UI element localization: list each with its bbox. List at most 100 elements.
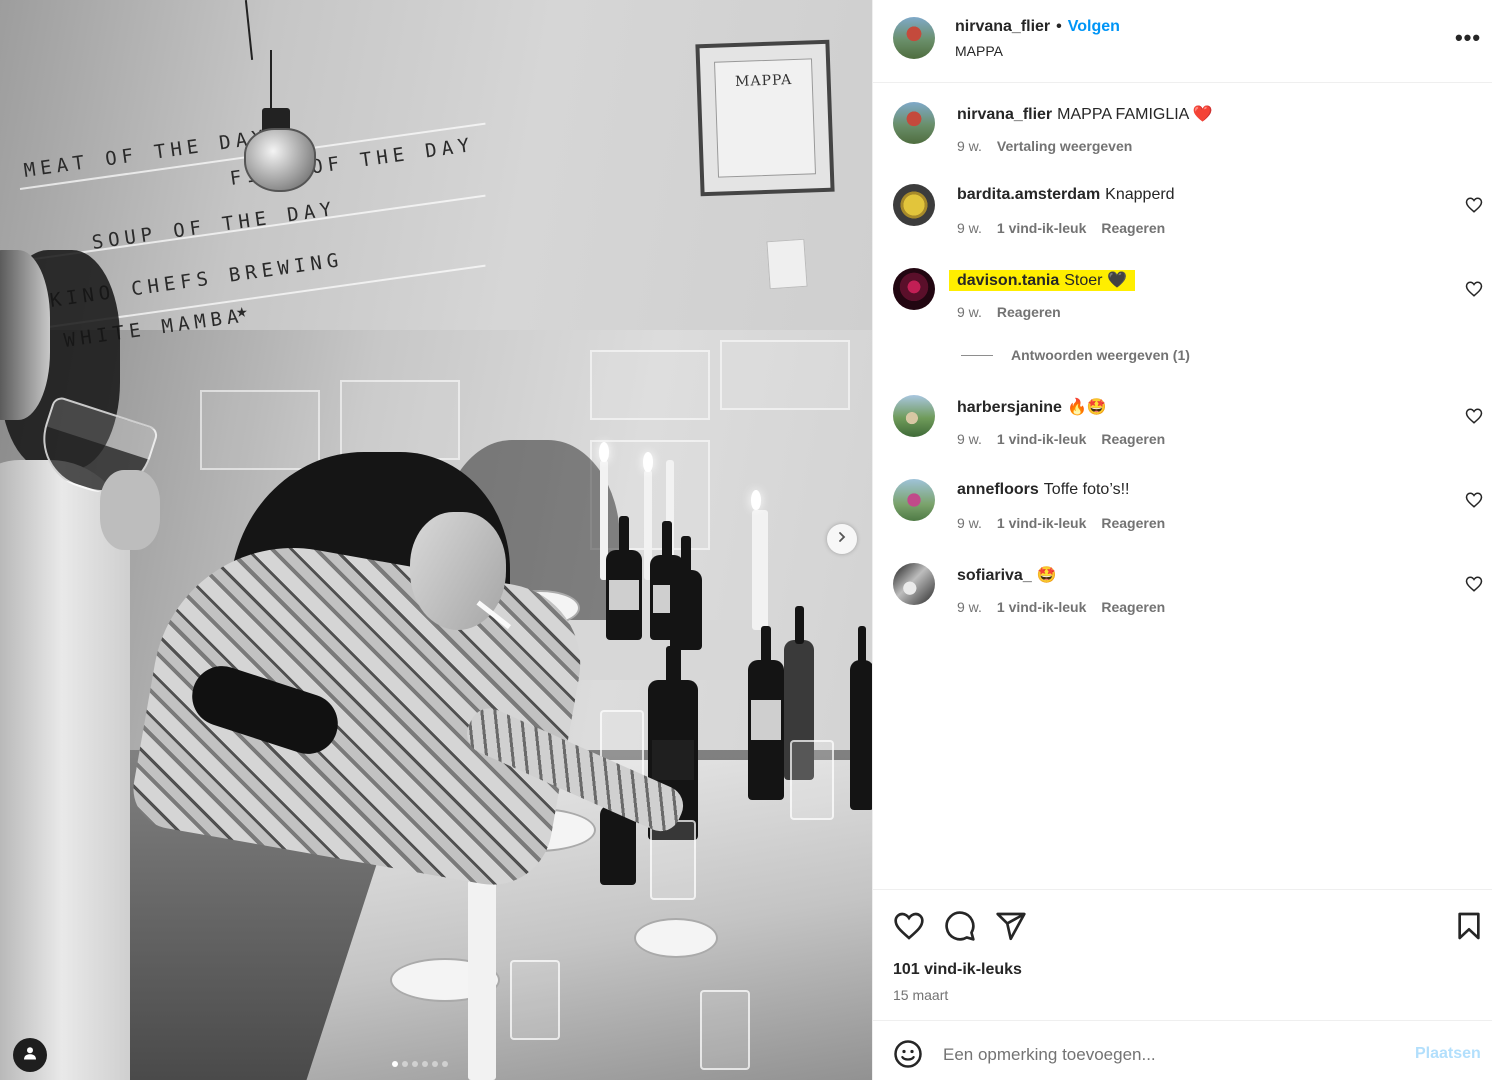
comment-body: Knapperd xyxy=(1105,186,1175,203)
avatar[interactable] xyxy=(893,184,935,226)
reply-button[interactable]: Reageren xyxy=(1101,431,1165,447)
share-icon[interactable] xyxy=(995,910,1027,942)
avatar[interactable] xyxy=(893,395,935,437)
comment-username[interactable]: davison.tania xyxy=(957,272,1059,289)
bowl xyxy=(634,918,718,958)
comment-time[interactable]: 9 w. xyxy=(957,220,982,236)
comment-likes[interactable]: 1 vind-ik-leuk xyxy=(997,599,1086,615)
post-side-panel: nirvana_flier • Volgen MAPPA ••• nirvana… xyxy=(872,0,1492,1080)
carousel-dot xyxy=(442,1061,448,1067)
comment-highlight: davison.tania Stoer 🖤 xyxy=(949,270,1135,291)
carousel-indicator xyxy=(392,1061,448,1067)
chevron-right-icon xyxy=(836,530,848,548)
heart-icon[interactable] xyxy=(893,910,925,942)
avatar[interactable] xyxy=(893,479,935,521)
heart-icon[interactable] xyxy=(1465,491,1483,509)
caption-username[interactable]: nirvana_flier xyxy=(957,106,1052,123)
comment-time[interactable]: 9 w. xyxy=(957,599,982,615)
comment-meta: 9 w. Reageren xyxy=(957,304,1061,320)
comment-meta: 9 w. 1 vind-ik-leuk Reageren xyxy=(957,515,1165,531)
comment-icon[interactable] xyxy=(944,910,976,942)
candle xyxy=(752,510,768,630)
reply-button[interactable]: Reageren xyxy=(1101,599,1165,615)
reply-button[interactable]: Reageren xyxy=(1101,515,1165,531)
header-username[interactable]: nirvana_flier xyxy=(955,18,1050,36)
translate-button[interactable]: Vertaling weergeven xyxy=(997,138,1132,154)
caption-meta: 9 w. Vertaling weergeven xyxy=(957,138,1132,154)
comment-time[interactable]: 9 w. xyxy=(957,304,982,320)
wine-bottle xyxy=(748,626,784,800)
user-icon xyxy=(23,1046,37,1065)
candle-flame xyxy=(751,490,761,510)
likes-count[interactable]: 101 vind-ik-leuks xyxy=(893,961,1022,979)
heart-icon[interactable] xyxy=(1465,407,1483,425)
carousel-dot xyxy=(432,1061,438,1067)
location-link[interactable]: MAPPA xyxy=(955,43,1003,59)
reply-button[interactable]: Reageren xyxy=(997,304,1061,320)
follow-button[interactable]: Volgen xyxy=(1068,18,1120,36)
avatar[interactable] xyxy=(893,563,935,605)
carousel-next-button[interactable] xyxy=(827,524,857,554)
avatar[interactable] xyxy=(893,268,935,310)
header-user: nirvana_flier • Volgen xyxy=(955,18,1120,36)
carousel-dot xyxy=(402,1061,408,1067)
wine-bottle xyxy=(850,626,872,810)
comment-likes[interactable]: 1 vind-ik-leuk xyxy=(997,515,1086,531)
frame-text: MAPPA xyxy=(734,72,793,91)
post-comment-button[interactable]: Plaatsen xyxy=(1415,1045,1481,1063)
comment-username[interactable]: bardita.amsterdam xyxy=(957,186,1100,203)
header-separator: • xyxy=(1056,18,1062,35)
comment-text: annefloors Toffe foto’s!! xyxy=(957,481,1129,499)
man-head xyxy=(0,250,50,420)
more-options-button[interactable]: ••• xyxy=(1453,25,1483,50)
comment-composer: Plaatsen xyxy=(873,1020,1492,1080)
post-photo[interactable]: MEAT OF THE DAY FISH OF THE DAY SOUP OF … xyxy=(0,0,872,1080)
more-horizontal-icon: ••• xyxy=(1454,25,1482,50)
candle-flame xyxy=(599,442,609,462)
water-glass xyxy=(650,820,696,900)
post-actions: 101 vind-ik-leuks 15 maart xyxy=(873,889,1492,1020)
caption-body: MAPPA FAMIGLIA ❤️ xyxy=(1057,106,1213,123)
comment: harbersjanine 🔥🤩 9 w. 1 vind-ik-leuk Reag… xyxy=(893,395,1483,455)
post-header: nirvana_flier • Volgen MAPPA ••• xyxy=(873,0,1492,83)
comment-time[interactable]: 9 w. xyxy=(957,515,982,531)
water-glass xyxy=(510,960,560,1040)
candle-flame xyxy=(643,452,653,472)
water-glass xyxy=(700,990,750,1070)
comment-username[interactable]: harbersjanine xyxy=(957,399,1062,416)
view-replies-button[interactable]: Antwoorden weergeven (1) xyxy=(961,347,1190,363)
comment: sofiariva_ 🤩 9 w. 1 vind-ik-leuk Reageren xyxy=(893,563,1483,623)
view-replies-label: Antwoorden weergeven (1) xyxy=(1011,347,1190,363)
emoji-icon[interactable] xyxy=(893,1039,923,1069)
comment-text: bardita.amsterdam Knapperd xyxy=(957,186,1175,204)
tagged-users-button[interactable] xyxy=(13,1038,47,1072)
comment: bardita.amsterdam Knapperd 9 w. 1 vind-ik… xyxy=(893,184,1483,244)
comment-meta: 9 w. 1 vind-ik-leuk Reageren xyxy=(957,599,1165,615)
comment-body: Toffe foto’s!! xyxy=(1043,481,1130,498)
comment-username[interactable]: annefloors xyxy=(957,481,1039,498)
menu-star: ★ xyxy=(236,300,253,322)
comment-username[interactable]: sofiariva_ xyxy=(957,567,1032,584)
man-jacket xyxy=(0,460,130,1080)
avatar[interactable] xyxy=(893,17,935,59)
comment-body: 🔥🤩 xyxy=(1066,399,1107,416)
heart-icon[interactable] xyxy=(1465,196,1483,214)
caption: nirvana_flier MAPPA FAMIGLIA ❤️ 9 w. Vert… xyxy=(893,102,1483,162)
comment-likes[interactable]: 1 vind-ik-leuk xyxy=(997,431,1086,447)
replies-divider xyxy=(961,354,993,356)
caption-time[interactable]: 9 w. xyxy=(957,138,982,154)
post-date[interactable]: 15 maart xyxy=(893,987,948,1003)
comment-likes[interactable]: 1 vind-ik-leuk xyxy=(997,220,1086,236)
avatar[interactable] xyxy=(893,102,935,144)
heart-icon[interactable] xyxy=(1465,575,1483,593)
comment-meta: 9 w. 1 vind-ik-leuk Reageren xyxy=(957,220,1165,236)
bookmark-icon[interactable] xyxy=(1453,910,1485,942)
wine-bottle xyxy=(670,536,702,650)
wall-frame: MAPPA xyxy=(695,39,835,197)
comment-text: davison.tania Stoer 🖤 xyxy=(949,270,1135,291)
comment-input[interactable] xyxy=(943,1041,1383,1069)
comment-time[interactable]: 9 w. xyxy=(957,431,982,447)
carousel-dot xyxy=(422,1061,428,1067)
heart-icon[interactable] xyxy=(1465,280,1483,298)
reply-button[interactable]: Reageren xyxy=(1101,220,1165,236)
